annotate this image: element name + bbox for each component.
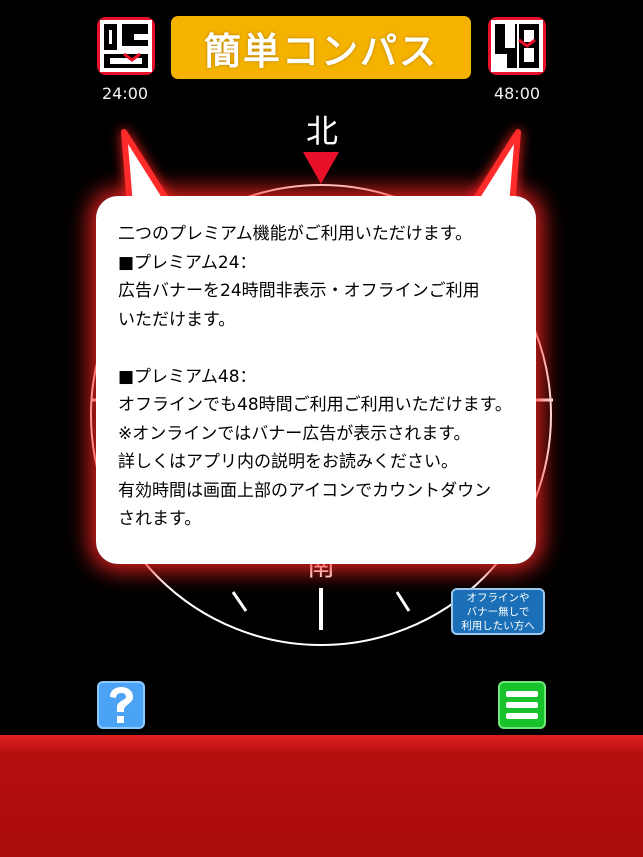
popup-text-line: 詳しくはアプリ内の説明をお読みください。 [118,452,458,472]
offline-badge-line: バナー無しで [466,605,530,618]
offline-premium-button[interactable]: オフラインや バナー無しで 利用したい方へ [451,588,545,635]
popup-text-line: オフラインでも48時間ご利用ご利用いただけます。 [118,395,512,415]
premium-info-popup[interactable]: 二つのプレミアム機能がご利用いただけます。 ■プレミアム24： 広告バナーを24時間… [96,196,536,564]
menu-button[interactable] [498,681,546,729]
bottom-banner-bar [0,735,643,857]
question-icon [110,687,133,723]
popup-text-line: 二つのプレミアム機能がご利用いただけます。 [118,224,473,244]
popup-text-line: ■プレミアム24： [118,252,257,273]
popup-tail-left [121,129,173,208]
popup-text-line: ※オンラインではバナー広告が表示されます。 [118,423,471,444]
help-button[interactable] [97,681,145,729]
popup-text-line [118,334,518,363]
popup-text-line: 有効時間は画面上部のアイコンでカウントダウン [118,480,492,501]
popup-text-line: いただけます。 [118,309,236,330]
popup-tail-right [469,129,521,208]
offline-badge-line: 利用したい方へ [461,619,535,632]
popup-text-line: 広告バナーを24時間非表示・オフラインご利用 [118,281,480,301]
hamburger-menu-icon [506,691,538,719]
popup-text-line: ■プレミアム48： [118,366,257,387]
offline-badge-line: オフラインや [466,591,530,604]
popup-text-line: されます。 [118,509,202,529]
